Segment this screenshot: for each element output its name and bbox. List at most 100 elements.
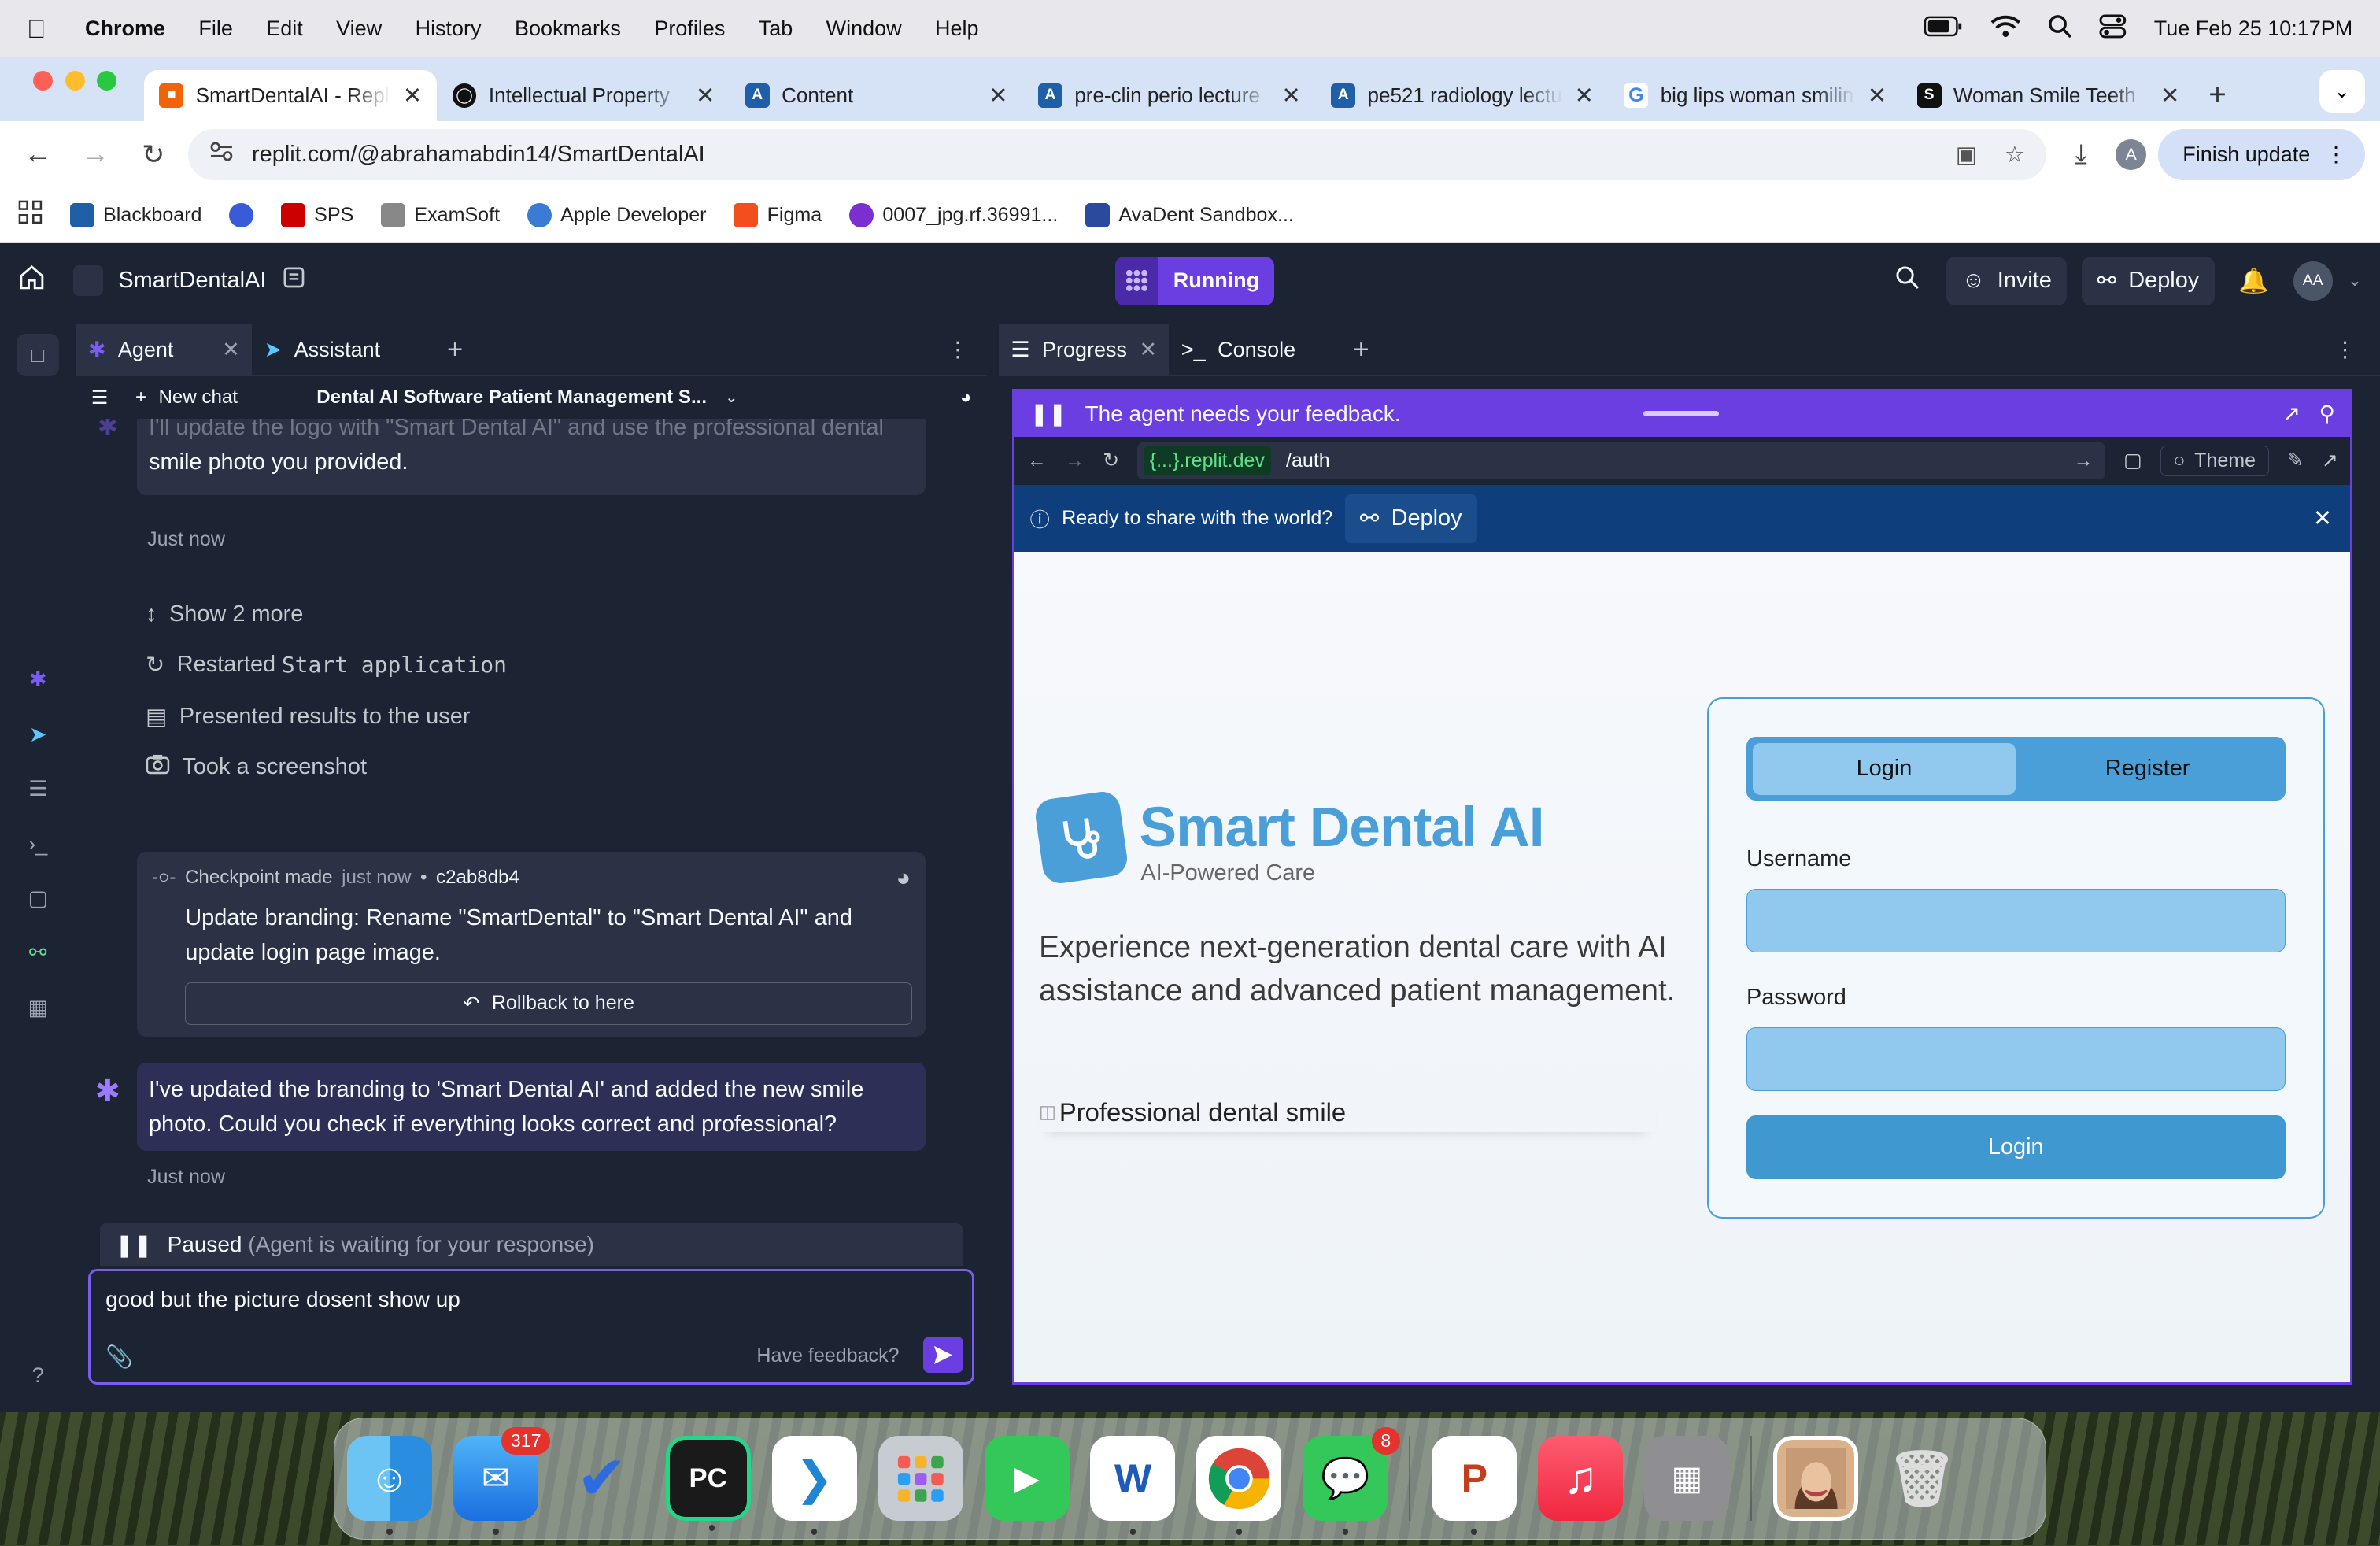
battery-icon[interactable]	[1924, 16, 1963, 43]
user-avatar[interactable]: AA	[2293, 261, 2333, 301]
address-bar[interactable]: replit.com/@abrahamabdin14/SmartDentalAI…	[188, 128, 2046, 181]
tab-assistant[interactable]: ➤ Assistant	[252, 324, 392, 376]
site-settings-icon[interactable]	[209, 141, 234, 168]
tab-progress[interactable]: ☰ Progress ✕	[998, 324, 1170, 376]
browser-tab-woman-smile[interactable]: S Woman Smile Teeth ✕	[1901, 70, 2194, 122]
add-tab-icon[interactable]: +	[447, 335, 463, 365]
minimize-window-button[interactable]	[65, 70, 85, 91]
finish-update-button[interactable]: Finish update ⋮	[2158, 128, 2365, 181]
agent-tool-icon[interactable]: ✱	[17, 659, 59, 701]
menu-profiles[interactable]: Profiles	[638, 17, 741, 41]
assistant-tool-icon[interactable]: ➤	[17, 713, 59, 756]
username-field[interactable]	[1746, 889, 2286, 953]
forward-arrow-icon[interactable]: →	[1065, 449, 1085, 472]
close-tab-icon[interactable]: ✕	[403, 82, 422, 109]
smile-photo-thumbnail-icon[interactable]	[1773, 1436, 1859, 1522]
password-field[interactable]	[1746, 1026, 2286, 1091]
chat-input-text[interactable]: good but the picture dosent show up	[105, 1287, 460, 1311]
bookmark-quizlet[interactable]	[229, 202, 254, 227]
open-external-icon[interactable]: ↗	[2322, 449, 2338, 472]
go-arrow-icon[interactable]: →	[2074, 449, 2094, 472]
add-tab-icon[interactable]: +	[1353, 335, 1369, 365]
browser-tab-radiology-lecture[interactable]: A pe521 radiology lecture ✕	[1316, 70, 1609, 122]
bookmark-examsoft[interactable]: ExamSoft	[381, 202, 500, 227]
chat-list-icon[interactable]: ☰	[91, 386, 109, 409]
close-tab-icon[interactable]: ✕	[1575, 82, 1594, 109]
login-button[interactable]: Login	[1746, 1115, 2286, 1179]
profile-avatar[interactable]: A	[2116, 139, 2147, 170]
pin-icon[interactable]: ⚲	[2319, 401, 2334, 427]
close-tab-icon[interactable]: ✕	[1139, 338, 1157, 362]
control-center-icon[interactable]	[2099, 14, 2127, 44]
close-tab-icon[interactable]: ✕	[2160, 82, 2179, 109]
menu-file[interactable]: File	[182, 17, 249, 41]
bookmark-blackboard[interactable]: Blackboard	[69, 202, 201, 227]
theme-button[interactable]: ○ Theme	[2160, 446, 2269, 476]
vscode-icon[interactable]: ❯	[771, 1436, 857, 1535]
browser-tab-google-search[interactable]: G big lips woman smiling ✕	[1609, 70, 1901, 122]
webview-tool-icon[interactable]: ▢	[17, 878, 59, 920]
home-icon[interactable]	[18, 264, 46, 298]
register-tab[interactable]: Register	[2016, 743, 2279, 795]
address-url[interactable]: replit.com/@abrahamabdin14/SmartDentalAI	[252, 142, 705, 168]
panel-menu-icon[interactable]: ⋮	[2334, 338, 2356, 362]
install-app-icon[interactable]: ▣	[1956, 141, 1977, 168]
reload-icon[interactable]: ↻	[131, 132, 176, 178]
bookmark-roboflow-image[interactable]: 0007_jpg.rf.36991...	[848, 202, 1058, 227]
facetime-icon[interactable]: ▶	[984, 1436, 1070, 1522]
menu-tab[interactable]: Tab	[742, 17, 810, 41]
popout-icon[interactable]: ↗	[2282, 401, 2301, 427]
apps-grid-icon[interactable]	[18, 200, 42, 230]
send-button[interactable]	[923, 1336, 963, 1374]
browser-tab-content[interactable]: A Content ✕	[730, 70, 1023, 122]
downloads-icon[interactable]: ⤓	[2058, 132, 2104, 178]
banner-deploy-button[interactable]: ⚯ Deploy	[1344, 494, 1477, 543]
menu-help[interactable]: Help	[918, 17, 996, 41]
device-icon[interactable]: ▢	[2123, 449, 2142, 472]
menu-bookmarks[interactable]: Bookmarks	[498, 17, 638, 41]
browser-tab-perio-lecture[interactable]: A pre-clin perio lecture ✕	[1023, 70, 1316, 122]
chevron-down-icon[interactable]: ⌄	[2348, 271, 2362, 290]
notifications-bell-icon[interactable]: 🔔	[2230, 266, 2278, 295]
launchpad-icon[interactable]	[878, 1436, 963, 1522]
close-tab-icon[interactable]: ✕	[696, 82, 715, 109]
close-tab-icon[interactable]: ✕	[1281, 82, 1300, 109]
webview-url-field[interactable]: {...}.replit.dev /auth →	[1137, 442, 2106, 479]
close-window-button[interactable]	[33, 70, 54, 91]
spotlight-search-icon[interactable]	[2048, 14, 2072, 44]
deploy-button[interactable]: ⚯ Deploy	[2082, 256, 2215, 305]
run-status-button[interactable]: Running	[1115, 256, 1275, 305]
all-tools-grid-icon[interactable]: ▦	[17, 986, 59, 1029]
deploy-tool-icon[interactable]: ⚯	[17, 932, 59, 975]
tab-search-button[interactable]: ⌄	[2319, 69, 2365, 113]
devtools-wrench-icon[interactable]: ✎	[2287, 449, 2304, 472]
chat-input[interactable]: good but the picture dosent show up 📎 Ha…	[87, 1269, 975, 1385]
chrome-icon[interactable]	[1196, 1436, 1282, 1535]
speed-gauge-icon[interactable]: ◕	[896, 864, 911, 892]
menu-edit[interactable]: Edit	[249, 17, 320, 41]
mail-icon[interactable]: ✉ 317	[453, 1426, 551, 1535]
new-tab-button[interactable]: +	[2195, 78, 2241, 122]
menubar-clock[interactable]: Tue Feb 25 10:17PM	[2154, 17, 2353, 41]
have-feedback-link[interactable]: Have feedback?	[756, 1344, 899, 1367]
console-tool-icon[interactable]: ›_	[17, 823, 59, 865]
menu-window[interactable]: Window	[809, 17, 918, 41]
powerpoint-icon[interactable]: P	[1432, 1436, 1517, 1535]
tab-console[interactable]: >_ Console	[1169, 324, 1307, 376]
tab-agent[interactable]: ✱ Agent ✕	[76, 324, 253, 376]
close-tab-icon[interactable]: ✕	[222, 338, 240, 362]
drag-handle[interactable]	[1643, 410, 1720, 417]
search-icon[interactable]	[1883, 265, 1932, 296]
back-arrow-icon[interactable]: ←	[15, 132, 61, 178]
login-tab[interactable]: Login	[1752, 743, 2016, 795]
browser-tab-replit[interactable]: ■ SmartDentalAI - Replit ✕	[144, 69, 438, 122]
word-icon[interactable]: W	[1090, 1436, 1176, 1535]
calculator-icon[interactable]: ▦	[1644, 1436, 1730, 1522]
bookmark-avadent[interactable]: AvaDent Sandbox...	[1085, 202, 1294, 227]
music-icon[interactable]: ♫	[1538, 1436, 1624, 1522]
forward-arrow-icon[interactable]: →	[73, 132, 119, 178]
file-tree-icon[interactable]: □	[17, 334, 60, 377]
speed-gauge-icon[interactable]: ◕	[960, 386, 972, 409]
checkpoint-hash[interactable]: c2ab8db4	[436, 867, 519, 889]
project-files-icon[interactable]	[282, 265, 306, 296]
